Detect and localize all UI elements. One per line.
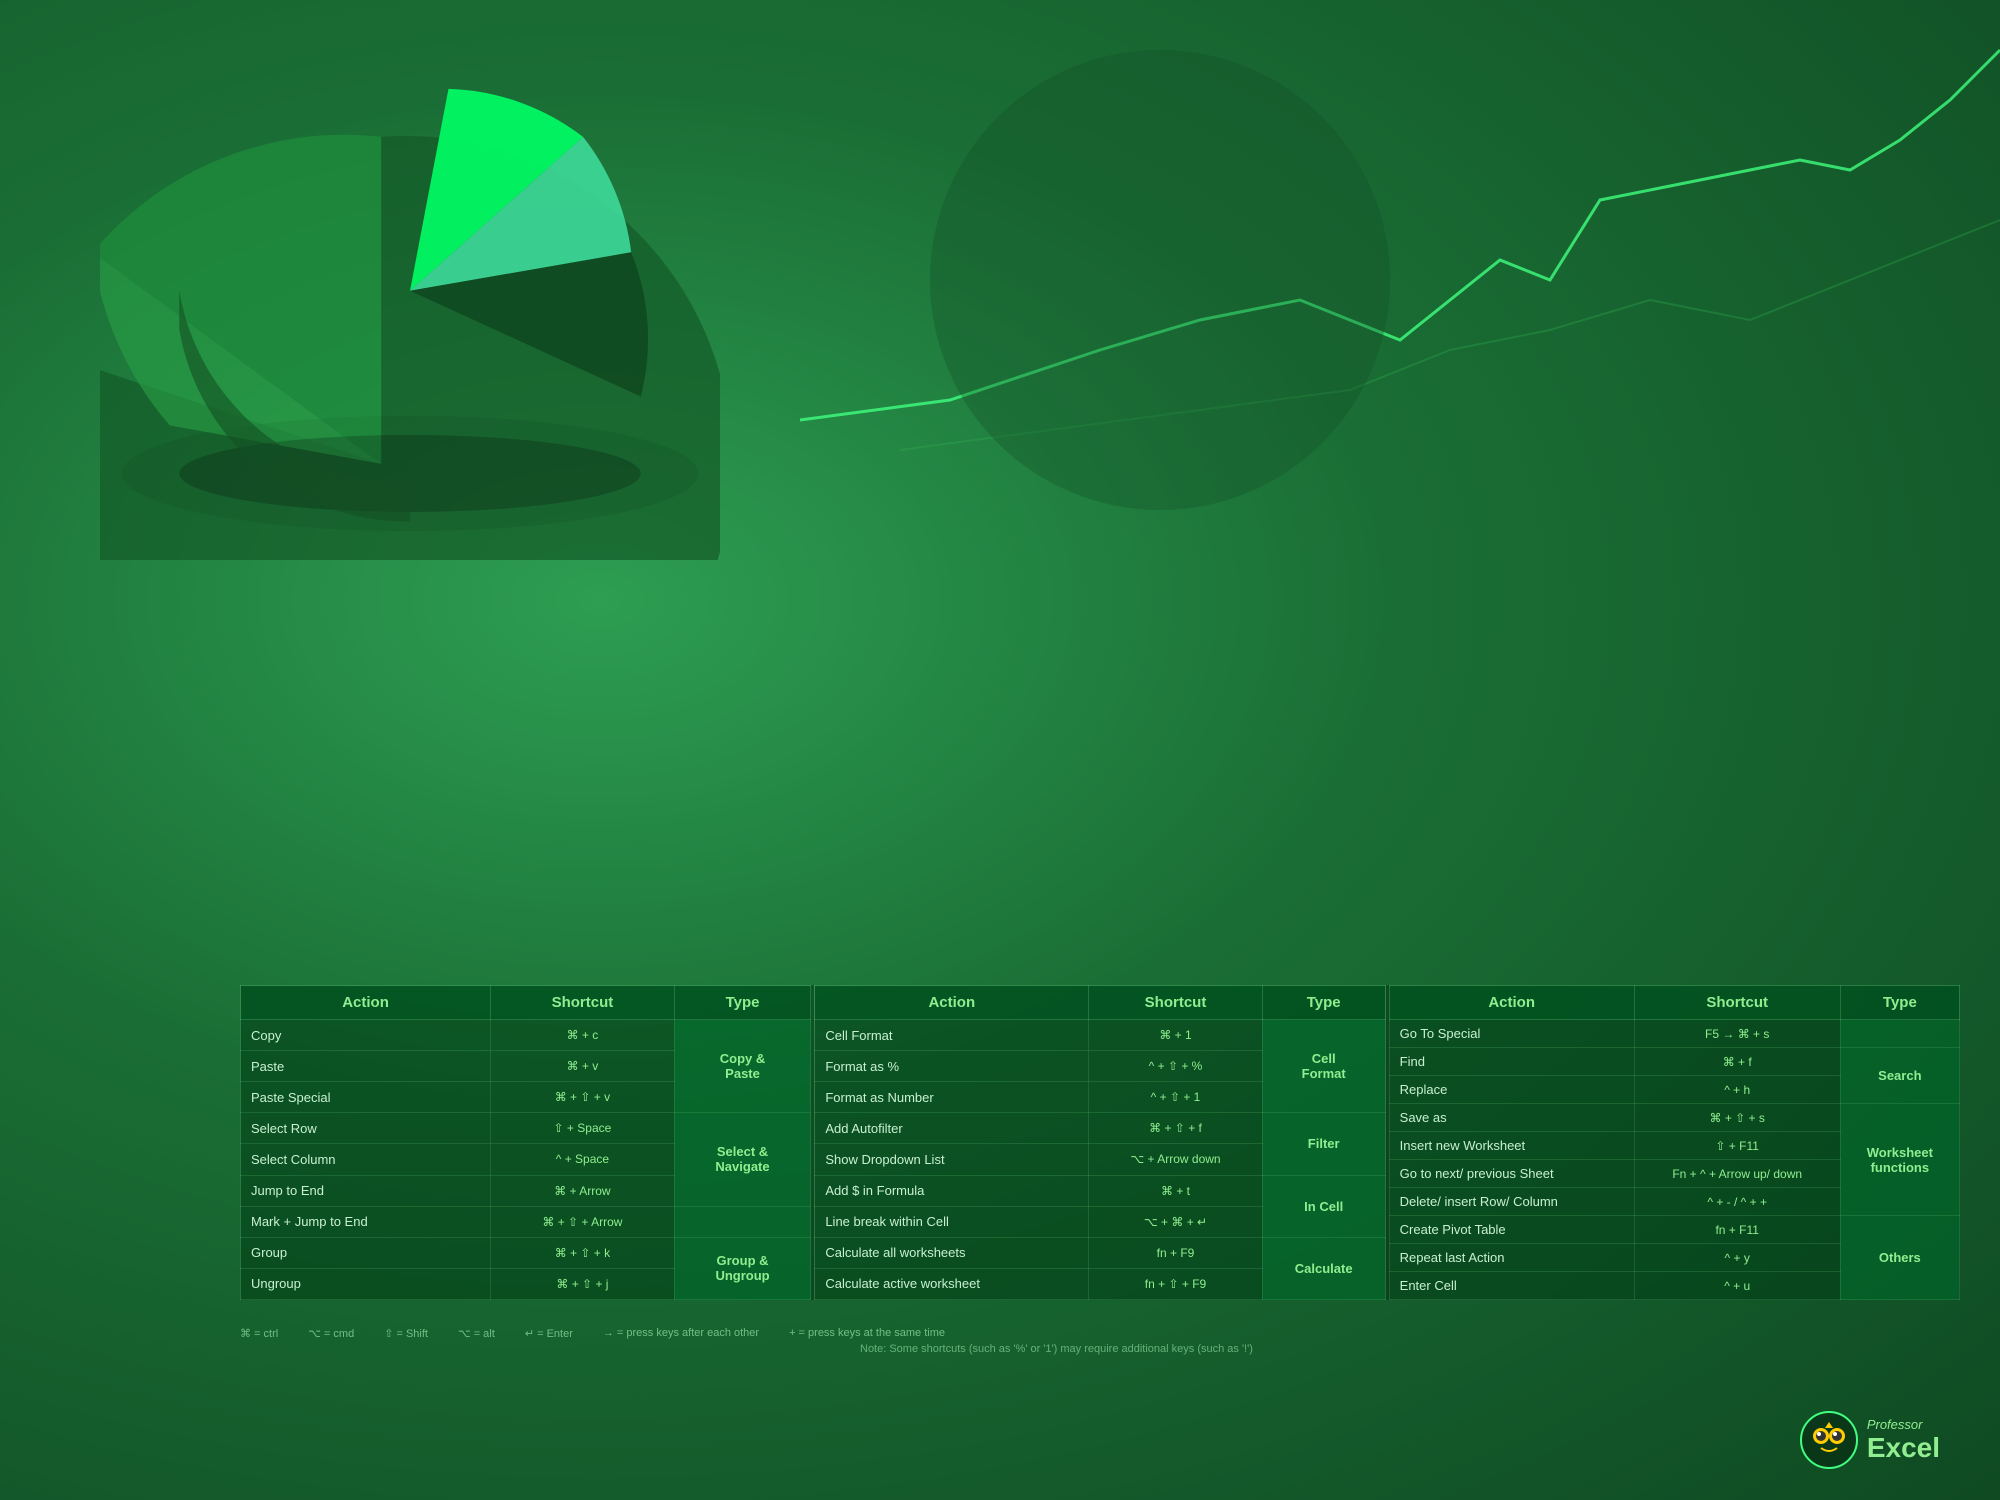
table-row: Cell Format ⌘ + 1 CellFormat [815, 1020, 1385, 1051]
table2-action-header: Action [815, 986, 1089, 1020]
table-row: Add $ in Formula ⌘ + t In Cell [815, 1175, 1385, 1206]
table1-type-header: Type [674, 986, 811, 1020]
table-copy-paste: Action Shortcut Type Copy ⌘ + c Copy &Pa… [240, 985, 811, 1300]
logo-area: Professor Excel [1799, 1410, 1940, 1470]
legend-item-ctrl: ⌘ = ctrl [240, 1327, 278, 1340]
table-row: Add Autofilter ⌘ + ⇧ + f Filter [815, 1113, 1385, 1144]
pie-chart [100, 60, 720, 560]
table-row: Calculate all worksheets fn + F9 Calcula… [815, 1237, 1385, 1268]
table2-type-header: Type [1262, 986, 1385, 1020]
table-format-filter: Action Shortcut Type Cell Format ⌘ + 1 C… [814, 985, 1385, 1300]
table1-action-header: Action [241, 986, 491, 1020]
legend-item-enter: ↵ = Enter [525, 1327, 573, 1340]
table-row: Copy ⌘ + c Copy &Paste [241, 1020, 811, 1051]
table3-action-header: Action [1389, 986, 1634, 1020]
logo-main-text: Excel [1867, 1432, 1940, 1464]
table-row: Mark + Jump to End ⌘ + ⇧ + Arrow [241, 1206, 811, 1237]
table-row: Select Row ⇧ + Space Select &Navigate [241, 1113, 811, 1144]
table2-shortcut-header: Shortcut [1089, 986, 1262, 1020]
logo-superscript: Professor [1867, 1417, 1940, 1432]
professor-excel-logo-icon [1799, 1410, 1859, 1470]
table3-type-header: Type [1840, 986, 1959, 1020]
table3-shortcut-header: Shortcut [1634, 986, 1840, 1020]
logo-text-area: Professor Excel [1867, 1417, 1940, 1464]
legend-item-cmd: ⌥ = cmd [308, 1327, 354, 1340]
table-row: Create Pivot Table fn + F11 Others [1389, 1216, 1959, 1244]
line-chart [800, 0, 2000, 520]
legend-item-alt: ⌥ = alt [458, 1327, 495, 1340]
table-row: Go To Special F5 → ⌘ + s [1389, 1020, 1959, 1048]
table-row: Save as ⌘ + ⇧ + s Worksheetfunctions [1389, 1104, 1959, 1132]
table-row: Find ⌘ + f Search [1389, 1048, 1959, 1076]
shortcuts-area: Action Shortcut Type Copy ⌘ + c Copy &Pa… [240, 985, 1960, 1300]
legend-item-shift: ⇧ = Shift [384, 1327, 428, 1340]
table-search-worksheet: Action Shortcut Type Go To Special F5 → … [1389, 985, 1960, 1300]
legend-item-plus: + = press keys at the same time [789, 1327, 945, 1340]
legend-item-arrow: → = press keys after each other [603, 1327, 759, 1340]
table-row: Group ⌘ + ⇧ + k Group &Ungroup [241, 1237, 811, 1268]
table1-shortcut-header: Shortcut [491, 986, 675, 1020]
legend: ⌘ = ctrl ⌥ = cmd ⇧ = Shift ⌥ = alt ↵ = E… [240, 1327, 1960, 1340]
note-text: Note: Some shortcuts (such as '%' or '1'… [860, 1343, 1960, 1355]
